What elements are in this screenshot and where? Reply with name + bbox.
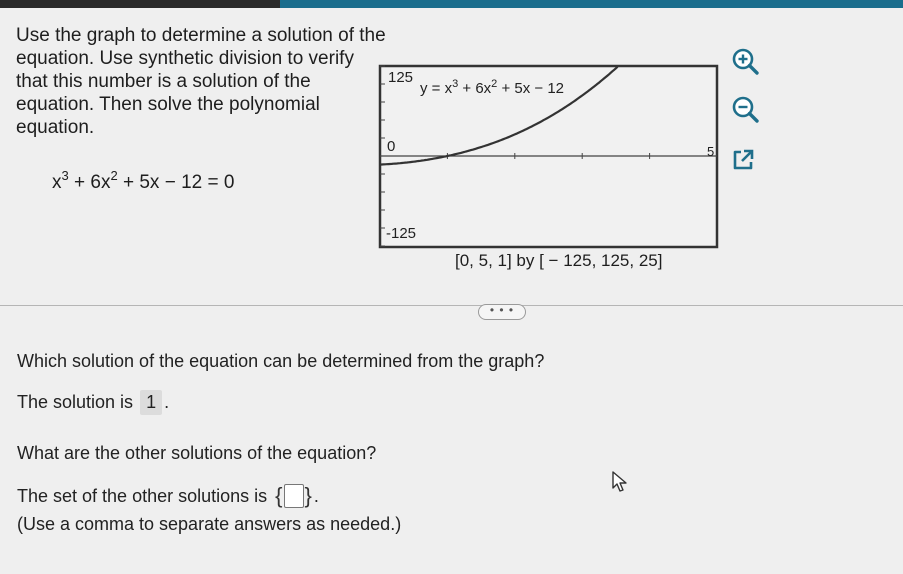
y-zero-label: 0 xyxy=(387,138,395,155)
external-link-icon xyxy=(733,149,754,170)
answer-1-row: The solution is 1 . xyxy=(17,390,169,415)
zoom-out-button[interactable] xyxy=(727,92,763,128)
eq-part: + 5x − 12 = 0 xyxy=(117,172,235,193)
y-max-label: 125 xyxy=(388,69,413,86)
fn-part: + 5x − 12 xyxy=(497,80,564,97)
answer-1-value: 1 xyxy=(140,390,163,415)
zoom-out-icon xyxy=(732,96,759,123)
question-2: What are the other solutions of the equa… xyxy=(17,443,377,463)
section-divider xyxy=(0,305,903,306)
eq-part: + 6x xyxy=(68,172,111,193)
fn-part: + 6x xyxy=(458,80,491,97)
fn-part: y = x xyxy=(420,80,453,97)
problem-instruction: Use the graph to determine a solution of… xyxy=(16,25,386,138)
zoom-in-icon xyxy=(732,48,759,75)
graph: 125 0 -125 5 y = x3 + 6x2 + 5x − 12 xyxy=(378,62,720,250)
answer-1-prefix: The solution is xyxy=(17,392,134,412)
solution-set: { } xyxy=(275,484,312,508)
zoom-in-button[interactable] xyxy=(727,44,763,80)
eq-part: x xyxy=(52,172,62,193)
answer-2-suffix: . xyxy=(313,485,319,506)
popout-button[interactable] xyxy=(725,142,761,178)
mouse-cursor-icon xyxy=(612,471,627,492)
x-max-label: 5 xyxy=(707,144,714,159)
eq-exponent: 2 xyxy=(110,168,118,183)
set-open-brace: { xyxy=(275,483,283,508)
answer-2-prefix: The set of the other solutions is xyxy=(17,485,268,506)
y-min-label: -125 xyxy=(386,225,416,242)
viewing-window-label: [0, 5, 1] by [ − 125, 125, 25] xyxy=(455,251,663,270)
graph-canvas: 125 0 -125 5 y = x3 + 6x2 + 5x − 12 xyxy=(378,64,719,249)
question-1: Which solution of the equation can be de… xyxy=(17,351,545,371)
answer-hint: (Use a comma to separate answers as need… xyxy=(17,514,402,534)
answer-1-suffix: . xyxy=(164,392,170,412)
solution-set-input[interactable] xyxy=(283,484,304,508)
set-close-brace: } xyxy=(304,483,312,508)
more-options-button[interactable]: • • • xyxy=(478,304,526,320)
top-bar-dark-segment xyxy=(0,0,280,8)
eq-exponent: 3 xyxy=(61,168,69,183)
polynomial-equation: x3 + 6x2 + 5x − 12 = 0 xyxy=(52,168,234,194)
answer-2-row: The set of the other solutions is { } . xyxy=(17,484,319,508)
